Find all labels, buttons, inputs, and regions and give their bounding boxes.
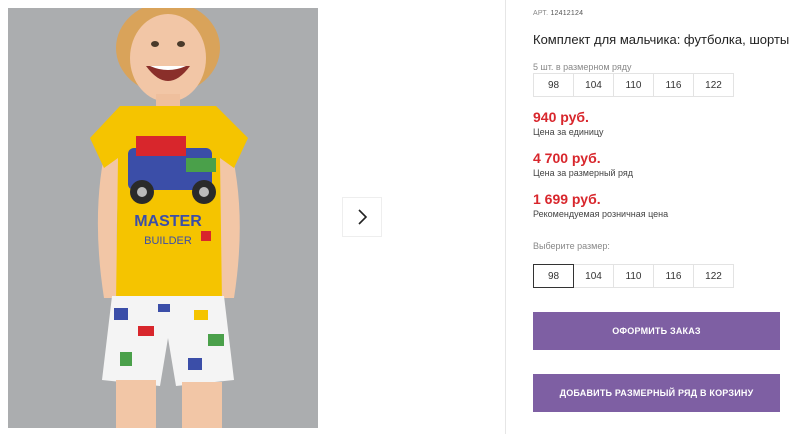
article-number: АРТ. 12412124	[533, 10, 583, 17]
size-option-98[interactable]: 98	[533, 264, 574, 288]
size-row-item: 122	[693, 73, 734, 97]
size-option-116[interactable]: 116	[653, 264, 694, 288]
size-row-hint: 5 шт. в размерном ряду	[533, 62, 632, 72]
size-row-item: 104	[573, 73, 614, 97]
size-picker: 98 104 110 116 122	[533, 264, 734, 288]
add-size-row-to-cart-button[interactable]: ДОБАВИТЬ РАЗМЕРНЫЙ РЯД В КОРЗИНУ	[533, 374, 780, 412]
print-master-text: MASTER	[134, 213, 202, 230]
product-info: АРТ. 12412124 Комплект для мальчика: фут…	[533, 0, 800, 434]
unit-price: 940 руб.	[533, 109, 589, 125]
size-row-item: 98	[533, 73, 574, 97]
column-divider	[505, 0, 506, 434]
size-option-104[interactable]: 104	[573, 264, 614, 288]
size-row-price-label: Цена за размерный ряд	[533, 168, 634, 178]
chevron-right-icon	[358, 209, 368, 225]
product-photo-image: MASTER BUILDER	[8, 8, 318, 428]
size-option-122[interactable]: 122	[693, 264, 734, 288]
article-prefix: АРТ.	[533, 10, 549, 17]
retail-price-label: Рекомендуемая розничная цена	[533, 209, 669, 219]
gallery-next-button[interactable]	[342, 197, 382, 237]
retail-price: 1 699 руб.	[533, 191, 601, 207]
size-row-item: 110	[613, 73, 654, 97]
place-order-button[interactable]: ОФОРМИТЬ ЗАКАЗ	[533, 312, 780, 350]
product-title: Комплект для мальчика: футболка, шорты	[533, 32, 790, 47]
size-row-item: 116	[653, 73, 694, 97]
product-photo: MASTER BUILDER	[8, 8, 318, 428]
unit-price-label: Цена за единицу	[533, 127, 604, 137]
print-builder-text: BUILDER	[144, 235, 192, 247]
size-row-list: 98 104 110 116 122	[533, 73, 734, 97]
article-code: 12412124	[550, 10, 584, 17]
size-option-110[interactable]: 110	[613, 264, 654, 288]
product-gallery: MASTER BUILDER	[0, 0, 505, 434]
size-picker-label: Выберите размер:	[533, 241, 610, 251]
size-row-price: 4 700 руб.	[533, 150, 601, 166]
